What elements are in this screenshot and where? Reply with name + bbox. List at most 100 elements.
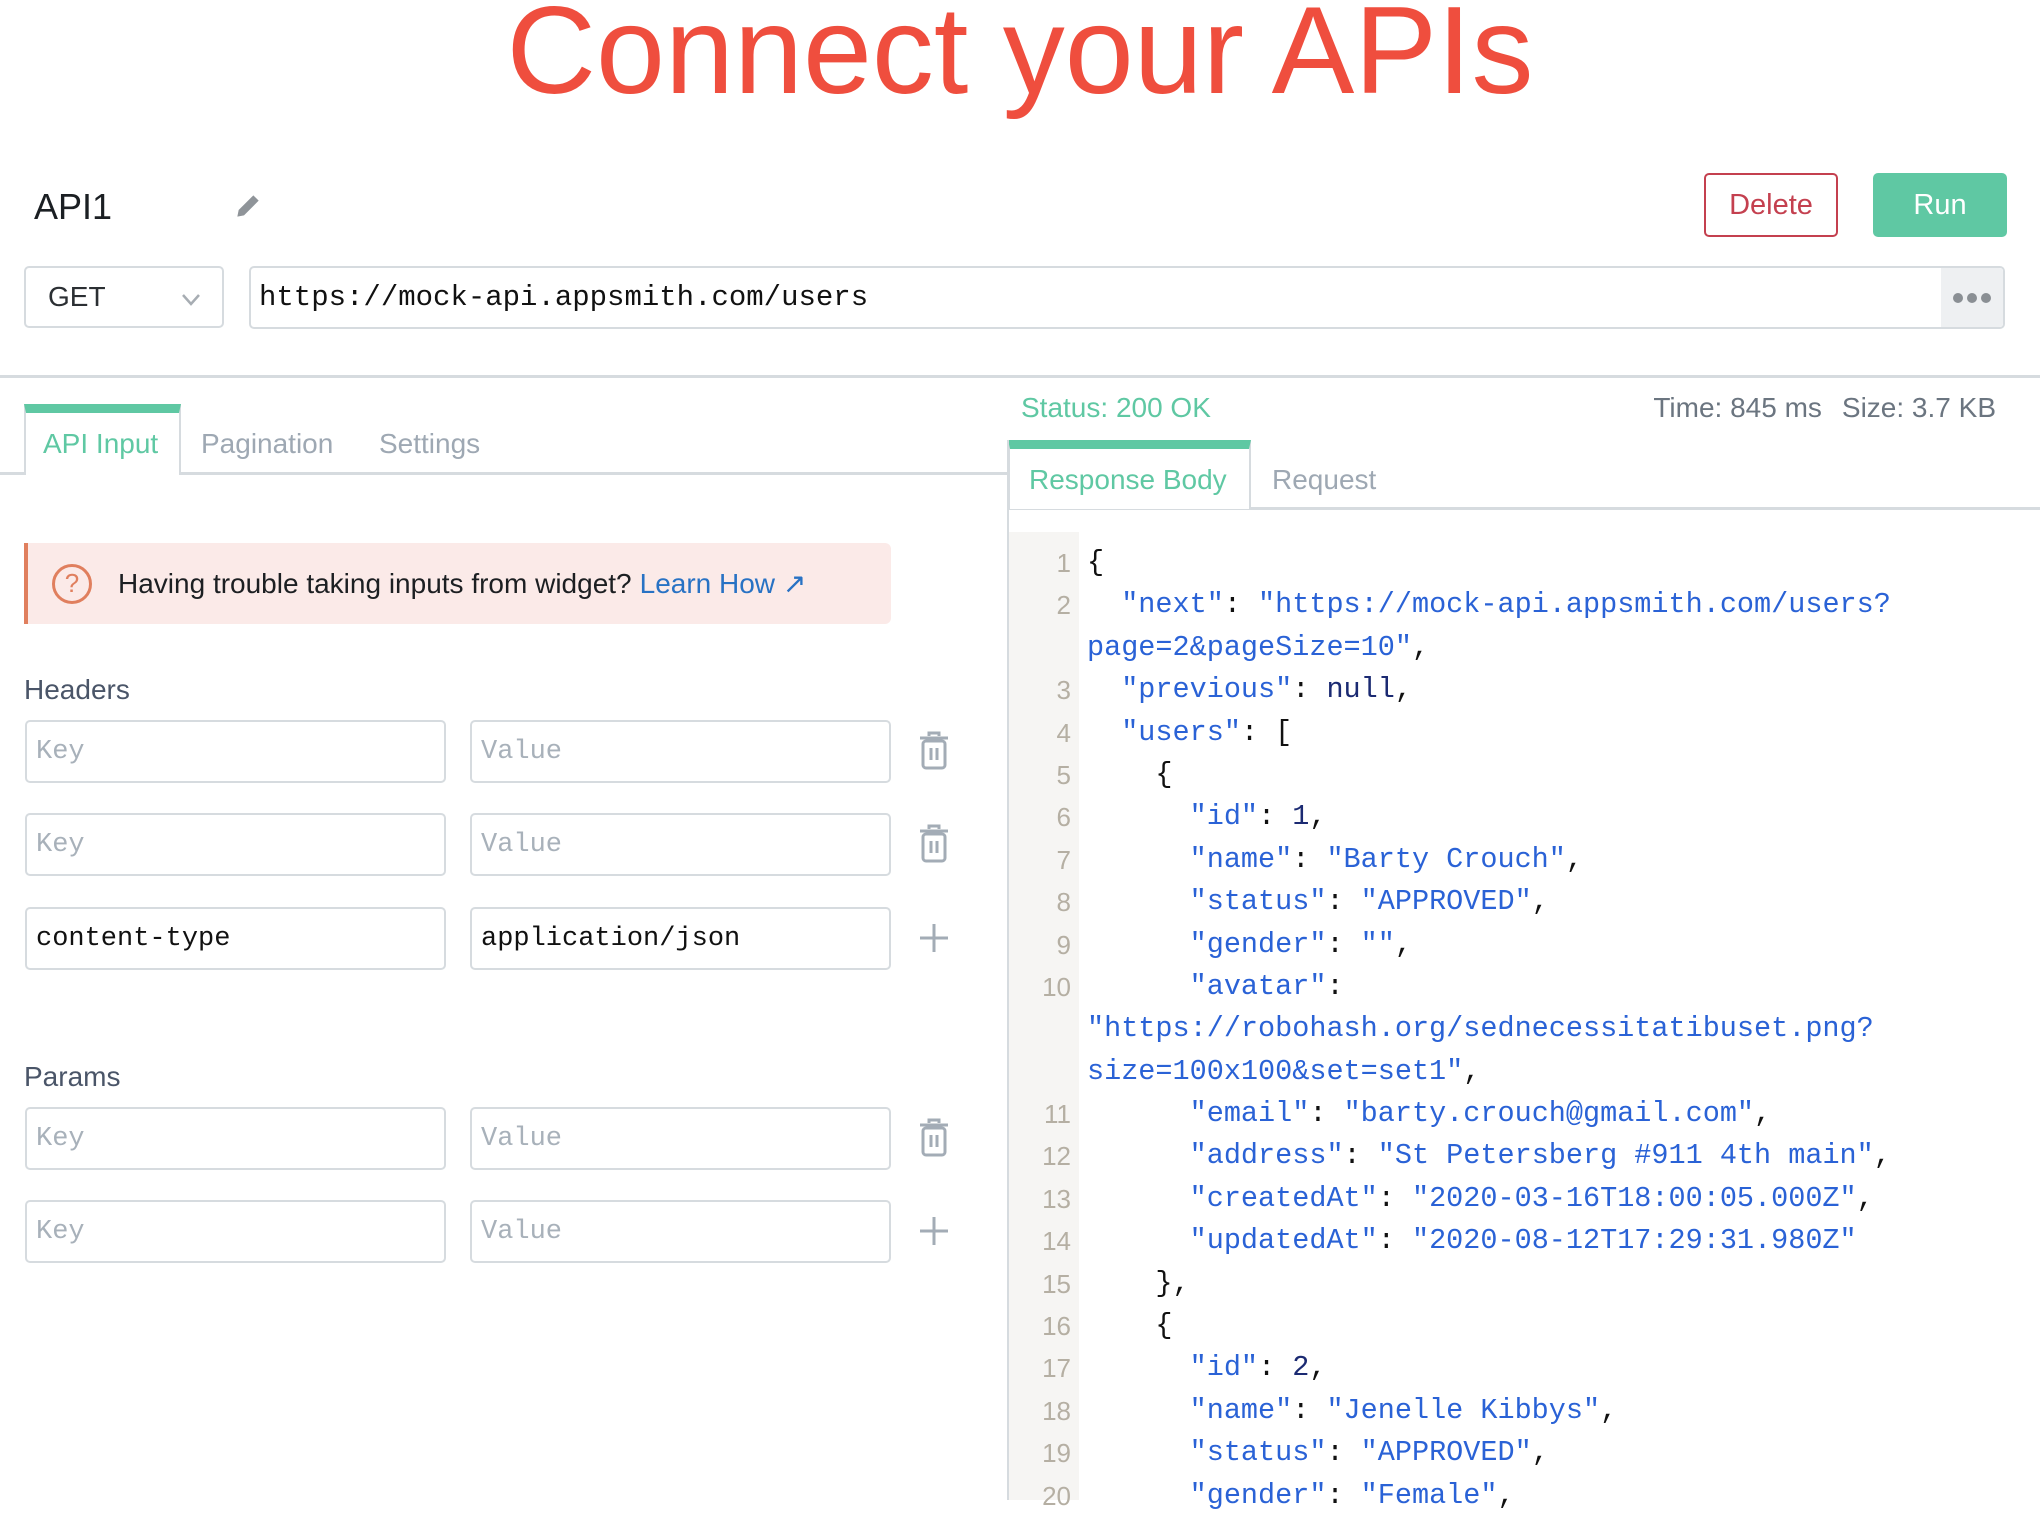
response-status: Status: 200 OK xyxy=(1021,392,1211,423)
code-token: "createdAt" xyxy=(1087,1181,1378,1215)
line-number: 11 xyxy=(1044,1099,1071,1130)
response-size: Size: 3.7 KB xyxy=(1841,392,1996,423)
headers-key-input[interactable]: Key xyxy=(25,720,446,783)
code-text: { xyxy=(1087,542,1104,584)
code-token: "gender" xyxy=(1087,1478,1327,1512)
tab-request[interactable]: Request xyxy=(1272,464,1376,496)
code-token: : xyxy=(1258,800,1293,834)
line-number: 13 xyxy=(1042,1183,1071,1214)
code-token: : xyxy=(1258,1351,1293,1385)
trash-icon[interactable] xyxy=(918,731,950,771)
code-token: , xyxy=(1497,1478,1515,1512)
code-token: "" xyxy=(1360,927,1395,961)
tab-response-body-label[interactable]: Response Body xyxy=(1029,464,1227,496)
line-number: 18 xyxy=(1042,1395,1071,1426)
tab-api-input-label[interactable]: API Input xyxy=(43,428,158,460)
tab-pagination[interactable]: Pagination xyxy=(201,428,333,460)
code-text: { xyxy=(1087,754,1172,796)
line-number: 15 xyxy=(1042,1268,1071,1299)
dot-icon xyxy=(1967,292,1977,303)
code-token: : xyxy=(1326,969,1344,1003)
learn-how-label: Learn How xyxy=(639,568,776,599)
code-token: "name" xyxy=(1087,842,1293,876)
code-text: page=2&pageSize=10", xyxy=(1087,627,1429,669)
code-token: "St Petersberg #911 4th main" xyxy=(1377,1139,1874,1173)
trash-icon[interactable] xyxy=(918,824,950,864)
code-token: : xyxy=(1292,1393,1327,1427)
code-token: : xyxy=(1377,1224,1412,1258)
code-token: , xyxy=(1394,927,1412,961)
code-token: "email" xyxy=(1087,1097,1310,1131)
line-number: 19 xyxy=(1042,1438,1071,1469)
api-name: API1 xyxy=(34,186,113,227)
code-token: , xyxy=(1873,1139,1891,1173)
code-token: null xyxy=(1326,673,1395,707)
code-text: "avatar": xyxy=(1087,966,1344,1008)
code-token: "previous" xyxy=(1087,673,1293,707)
code-text: { xyxy=(1087,1305,1173,1347)
code-token: "address" xyxy=(1087,1139,1344,1173)
code-text: "address": "St Petersberg #911 4th main"… xyxy=(1087,1135,1891,1177)
headers-value-input[interactable]: Value xyxy=(470,813,891,876)
code-text: "gender": "Female", xyxy=(1087,1475,1515,1517)
headers-value-input[interactable]: Value xyxy=(470,720,891,783)
delete-button[interactable]: Delete xyxy=(1704,173,1838,237)
line-number: 3 xyxy=(1056,675,1071,706)
pencil-icon[interactable] xyxy=(232,190,264,222)
code-token: : xyxy=(1326,885,1361,919)
code-token: { xyxy=(1087,546,1105,579)
code-token: , xyxy=(1600,1393,1618,1427)
url-value: https://mock-api.appsmith.com/users xyxy=(259,281,869,314)
headers-key-input[interactable]: content-type xyxy=(25,907,446,970)
code-token: "Jenelle Kibbys" xyxy=(1326,1393,1601,1427)
tab-settings[interactable]: Settings xyxy=(379,428,480,460)
code-token: "status" xyxy=(1087,885,1327,919)
code-token: , xyxy=(1565,842,1584,876)
params-label: Params xyxy=(24,1061,121,1092)
line-number: 2 xyxy=(1056,590,1071,621)
code-token: : xyxy=(1326,927,1361,961)
dot-icon xyxy=(1953,292,1963,303)
code-token: : xyxy=(1326,1436,1361,1470)
code-token: : xyxy=(1377,1181,1412,1215)
trash-icon[interactable] xyxy=(918,1118,950,1158)
method-select[interactable]: GET xyxy=(24,266,224,328)
code-token: , xyxy=(1856,1181,1874,1215)
dot-icon xyxy=(1981,292,1991,303)
callout-text: Having trouble taking inputs from widget… xyxy=(118,567,632,599)
line-number: 7 xyxy=(1056,844,1071,875)
code-token: : [ xyxy=(1240,715,1293,749)
code-text: "next": "https://mock-api.appsmith.com/u… xyxy=(1087,584,1891,626)
code-token: : xyxy=(1343,1139,1378,1173)
code-token: , xyxy=(1309,800,1327,834)
code-token: "Barty Crouch" xyxy=(1326,842,1566,876)
url-input[interactable]: https://mock-api.appsmith.com/users xyxy=(249,266,2005,329)
line-number: 12 xyxy=(1042,1141,1071,1172)
code-token: "barty.crouch@gmail.com" xyxy=(1343,1097,1755,1131)
code-token: { xyxy=(1087,1309,1173,1343)
code-token: "avatar" xyxy=(1087,969,1327,1003)
code-token: "2020-08-12T17:29:31.980Z" xyxy=(1411,1224,1857,1258)
headers-key-input[interactable]: Key xyxy=(25,813,446,876)
params-value-input[interactable]: Value xyxy=(470,1107,891,1170)
code-text: "status": "APPROVED", xyxy=(1087,881,1549,923)
code-text: "createdAt": "2020-03-16T18:00:05.000Z", xyxy=(1087,1178,1874,1220)
code-text: "https://robohash.org/sednecessitatibuse… xyxy=(1087,1008,1874,1050)
headers-label: Headers xyxy=(24,674,130,705)
params-key-input[interactable]: Key xyxy=(25,1107,446,1170)
more-options-button[interactable] xyxy=(1941,268,2003,327)
plus-icon[interactable] xyxy=(918,1211,950,1251)
params-key-input[interactable]: Key xyxy=(25,1200,446,1263)
line-number: 9 xyxy=(1056,929,1071,960)
headers-value-input[interactable]: application/json xyxy=(470,907,891,970)
code-token: "name" xyxy=(1087,1393,1293,1427)
code-token: : xyxy=(1326,1478,1361,1512)
run-button[interactable]: Run xyxy=(1873,173,2007,237)
learn-how-link[interactable]: Learn How ↗ xyxy=(640,567,807,600)
code-token: : xyxy=(1292,673,1327,707)
params-value-input[interactable]: Value xyxy=(470,1200,891,1263)
code-token: : xyxy=(1223,588,1259,622)
plus-icon[interactable] xyxy=(918,918,950,958)
code-token: "id" xyxy=(1087,800,1259,834)
code-token: "APPROVED" xyxy=(1360,1436,1532,1470)
